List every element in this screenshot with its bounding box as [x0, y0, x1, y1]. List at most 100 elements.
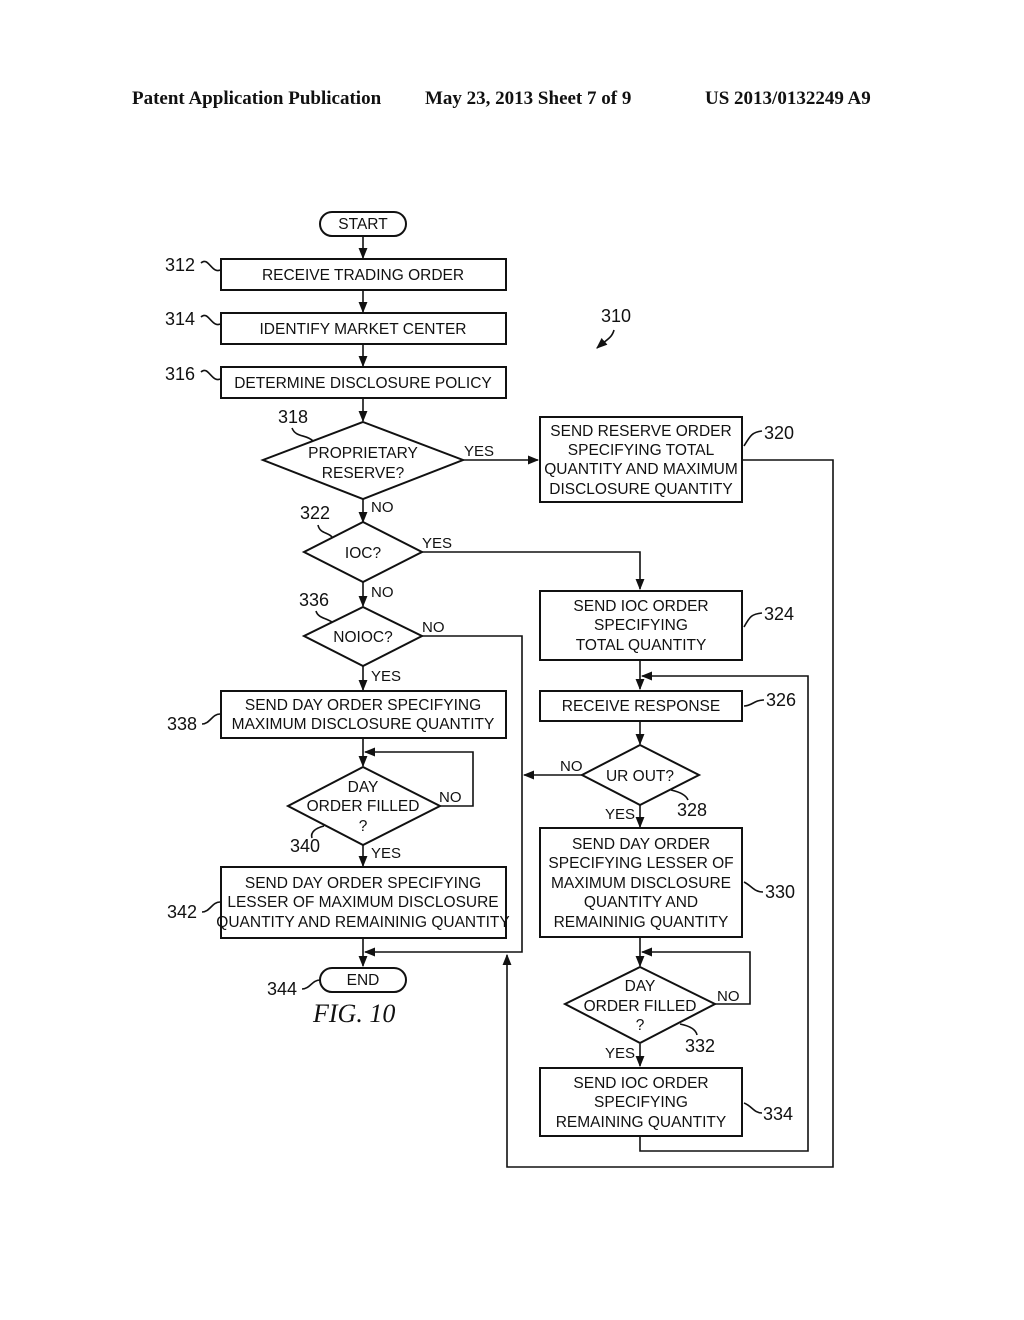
step-320-line4: DISCLOSURE QUANTITY	[549, 481, 732, 498]
step-330-line1: SEND DAY ORDER	[572, 836, 710, 853]
leader-342	[201, 901, 221, 913]
label-328-yes: YES	[605, 806, 635, 823]
decision-ur-out: UR OUT? 328 NO YES	[560, 743, 707, 823]
step-316-label: DETERMINE DISCLOSURE POLICY	[234, 375, 492, 392]
decision-336-label: NOIOC?	[333, 629, 393, 646]
step-send-day-order-max-disclosure: SEND DAY ORDER SPECIFYING MAXIMUM DISCLO…	[167, 690, 507, 739]
ref-322: 322	[300, 503, 330, 523]
label-322-yes: YES	[422, 535, 452, 552]
edge-320-return	[502, 459, 834, 1168]
label-322-no: NO	[371, 584, 394, 601]
ref-342: 342	[167, 902, 197, 922]
step-314-label: IDENTIFY MARKET CENTER	[260, 321, 467, 338]
step-determine-disclosure-policy: DETERMINE DISCLOSURE POLICY 316	[165, 364, 507, 399]
decision-day-order-filled-340: DAY ORDER FILLED ? 340 NO YES	[285, 765, 462, 862]
label-332-yes: YES	[605, 1045, 635, 1062]
decision-332-line2: ORDER FILLED	[584, 998, 697, 1015]
step-330-line2: SPECIFYING LESSER OF	[548, 855, 733, 872]
leader-336	[315, 610, 333, 623]
leader-332	[679, 1023, 698, 1036]
decision-318-line2: RESERVE?	[322, 465, 405, 482]
ref-336: 336	[299, 590, 329, 610]
ref-328: 328	[677, 800, 707, 820]
step-342-line3: QUANTITY AND REMAININIG QUANTITY	[216, 914, 509, 931]
ref-344: 344	[267, 979, 297, 999]
step-334-line3: REMAINING QUANTITY	[556, 1114, 727, 1131]
decision-340-line1: DAY	[348, 779, 379, 796]
ref-330: 330	[765, 882, 795, 902]
ref-326: 326	[766, 690, 796, 710]
flowchart: START RECEIVE TRADING ORDER 312 IDENTIFY…	[165, 211, 834, 1168]
figure-ref-arrow	[596, 329, 615, 349]
ref-338: 338	[167, 714, 197, 734]
leader-330	[743, 881, 764, 893]
leader-328	[670, 789, 689, 801]
ref-318: 318	[278, 407, 308, 427]
figure-label: FIG. 10	[312, 999, 395, 1028]
label-336-no: NO	[422, 619, 445, 636]
decision-noioc: NOIOC? 336 NO YES	[299, 590, 445, 685]
decision-340-line2: ORDER FILLED	[307, 798, 420, 815]
leader-324	[743, 612, 763, 628]
decision-day-order-filled-332: DAY ORDER FILLED ? 332 NO YES	[562, 965, 740, 1062]
step-330-line5: REMAININIG QUANTITY	[554, 914, 729, 931]
leader-312	[200, 260, 221, 272]
leader-314	[200, 314, 221, 326]
decision-332-line1: DAY	[625, 978, 656, 995]
step-320-line2: SPECIFYING TOTAL	[568, 442, 715, 459]
end-terminal: END 344	[267, 967, 407, 999]
ref-334: 334	[763, 1104, 793, 1124]
leader-334	[743, 1102, 763, 1114]
ref-332: 332	[685, 1036, 715, 1056]
label-336-yes: YES	[371, 668, 401, 685]
start-terminal: START	[319, 211, 407, 237]
step-342-line1: SEND DAY ORDER SPECIFYING	[245, 875, 481, 892]
leader-326	[743, 699, 765, 707]
label-318-yes: YES	[464, 443, 494, 460]
ref-316: 316	[165, 364, 195, 384]
step-320-line3: QUANTITY AND MAXIMUM	[544, 461, 737, 478]
step-identify-market-center: IDENTIFY MARKET CENTER 314	[165, 309, 507, 345]
decision-332-line3: ?	[636, 1017, 645, 1034]
step-send-day-order-lesser-left: SEND DAY ORDER SPECIFYING LESSER OF MAXI…	[167, 866, 510, 939]
decision-340-line3: ?	[359, 818, 368, 835]
decision-328-label: UR OUT?	[606, 768, 674, 785]
step-send-day-order-lesser: SEND DAY ORDER SPECIFYING LESSER OF MAXI…	[539, 827, 795, 938]
ref-320: 320	[764, 423, 794, 443]
decision-proprietary-reserve: PROPRIETARY RESERVE? 318 YES NO	[260, 407, 494, 516]
step-326-label: RECEIVE RESPONSE	[562, 698, 721, 715]
leader-322	[317, 524, 333, 538]
step-324-line2: SPECIFYING	[594, 617, 688, 634]
step-324-line3: TOTAL QUANTITY	[576, 637, 707, 654]
step-320-line1: SEND RESERVE ORDER	[550, 423, 731, 440]
leader-320	[743, 430, 763, 447]
step-324-line1: SEND IOC ORDER	[573, 598, 708, 615]
leader-318	[291, 427, 314, 442]
step-338-line2: MAXIMUM DISCLOSURE QUANTITY	[232, 716, 495, 733]
step-330-line3: MAXIMUM DISCLOSURE	[551, 875, 731, 892]
step-342-line2: LESSER OF MAXIMUM DISCLOSURE	[227, 894, 498, 911]
step-334-line1: SEND IOC ORDER	[573, 1075, 708, 1092]
decision-322-label: IOC?	[345, 545, 382, 562]
step-338-line1: SEND DAY ORDER SPECIFYING	[245, 697, 481, 714]
step-334-line2: SPECIFYING	[594, 1094, 688, 1111]
leader-344	[301, 979, 321, 990]
step-receive-trading-order: RECEIVE TRADING ORDER 312	[165, 255, 507, 291]
edge-322-324-yes	[422, 551, 645, 591]
start-label: START	[338, 216, 388, 233]
leader-338	[201, 713, 221, 725]
ref-324: 324	[764, 604, 794, 624]
step-312-label: RECEIVE TRADING ORDER	[262, 267, 464, 284]
label-340-no: NO	[439, 789, 462, 806]
ref-340: 340	[290, 836, 320, 856]
end-label: END	[347, 972, 380, 989]
step-send-ioc-order-remaining: SEND IOC ORDER SPECIFYING REMAINING QUAN…	[539, 1067, 793, 1137]
ref-312: 312	[165, 255, 195, 275]
label-328-no: NO	[560, 758, 583, 775]
decision-318-line1: PROPRIETARY	[308, 445, 418, 462]
step-330-line4: QUANTITY AND	[584, 894, 698, 911]
step-receive-response: RECEIVE RESPONSE 326	[539, 690, 796, 722]
label-332-no: NO	[717, 988, 740, 1005]
step-send-ioc-order-total: SEND IOC ORDER SPECIFYING TOTAL QUANTITY…	[539, 590, 794, 661]
label-318-no: NO	[371, 499, 394, 516]
